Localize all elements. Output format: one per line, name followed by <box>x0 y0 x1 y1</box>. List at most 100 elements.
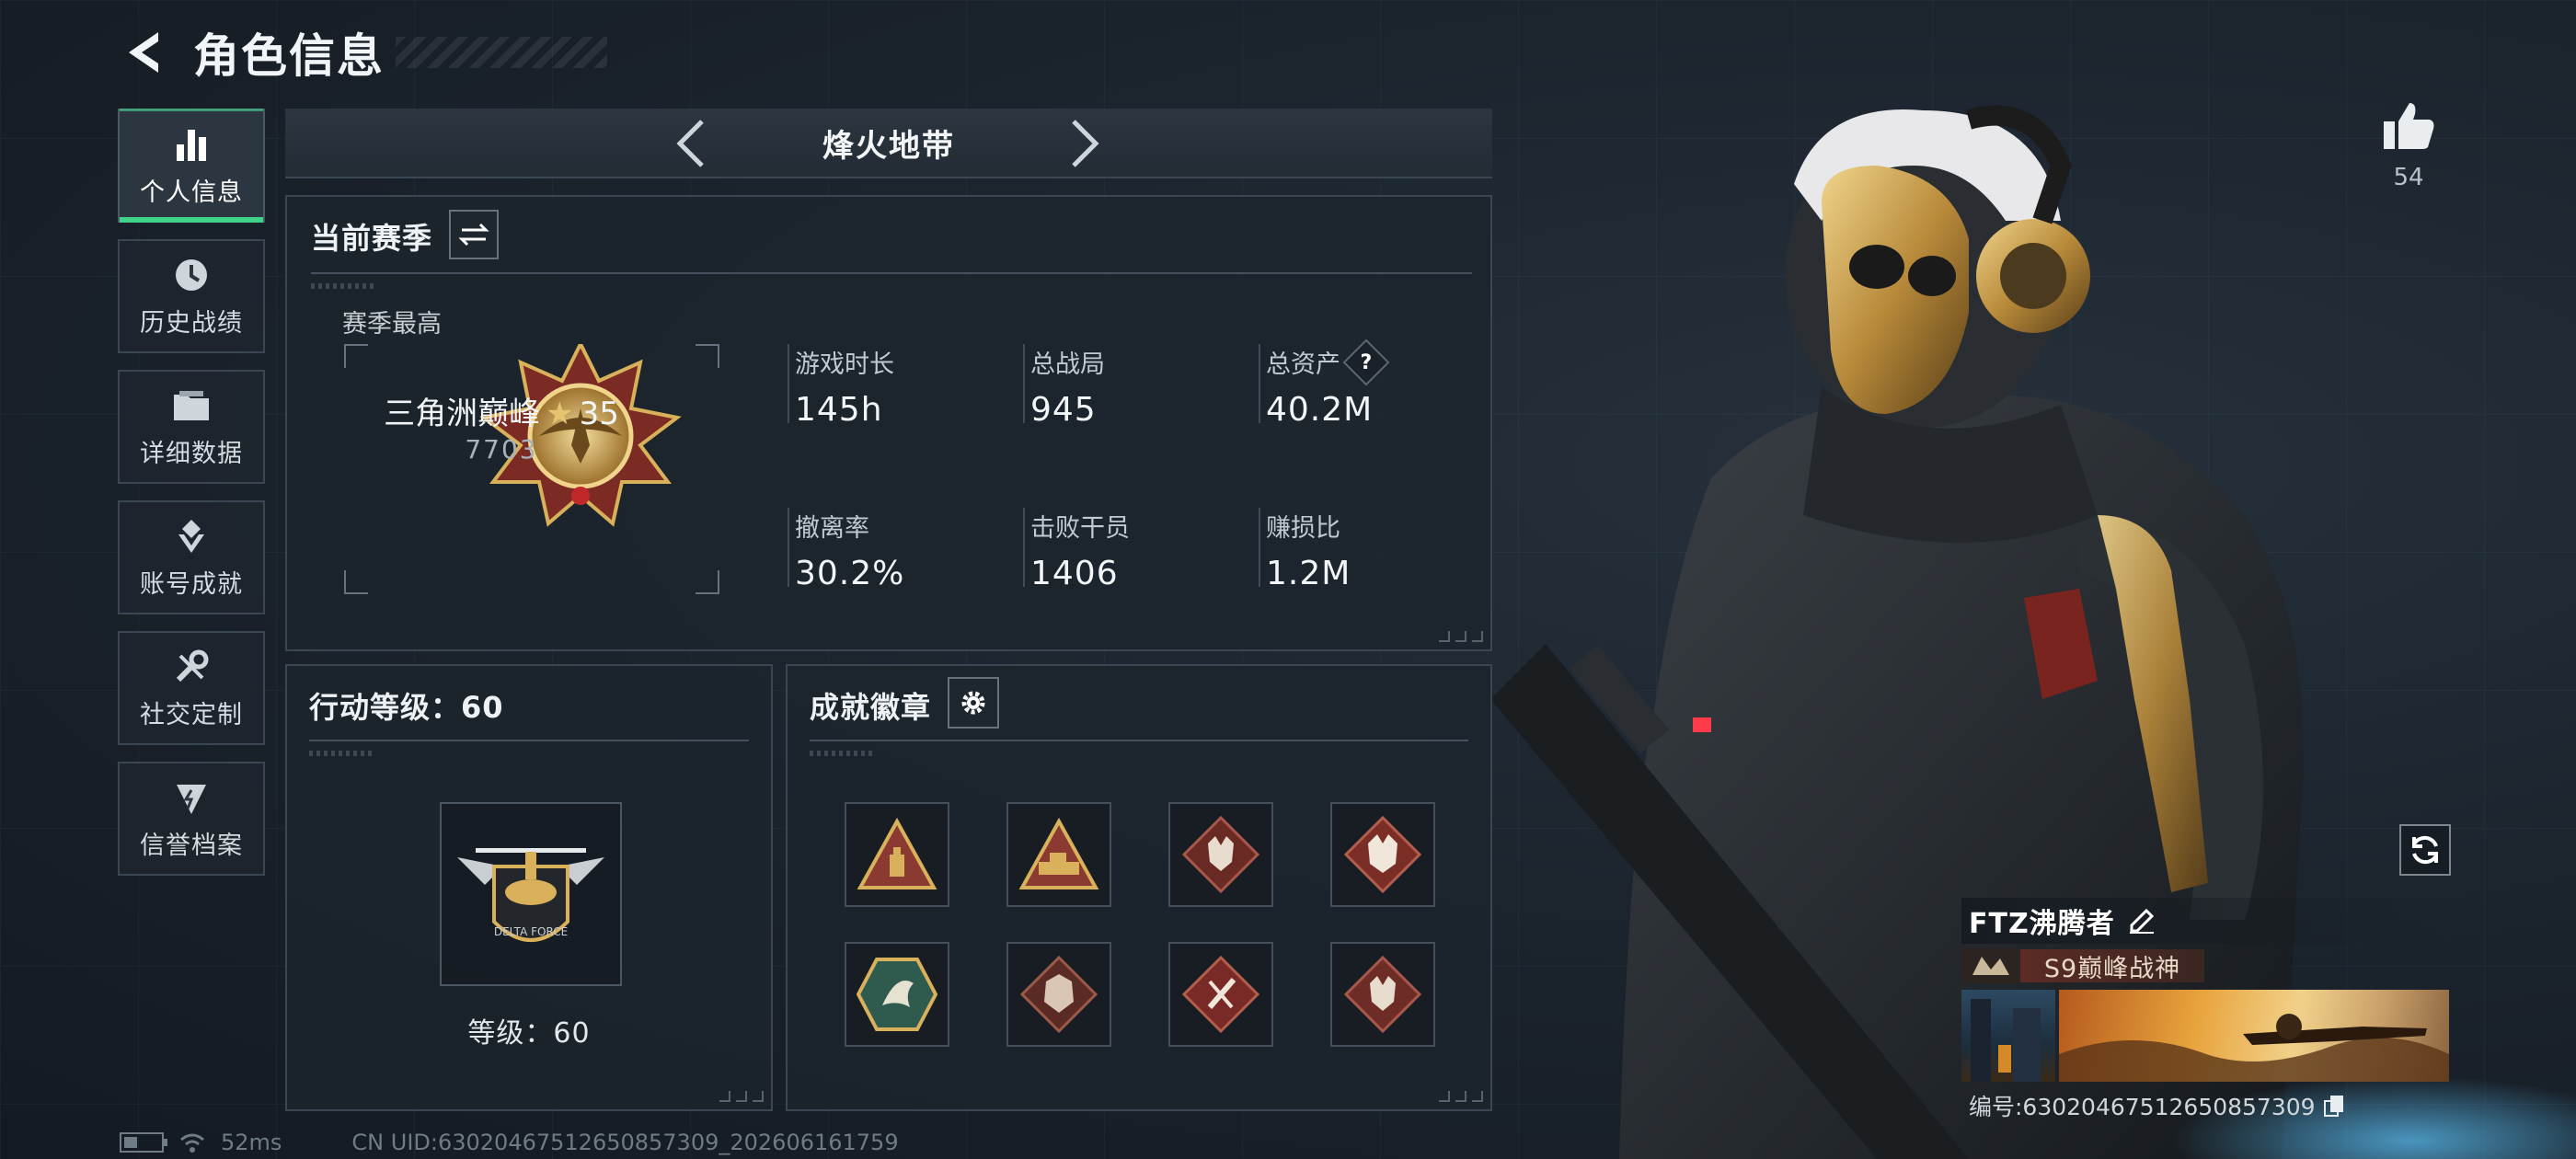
dragon-diamond-badge-icon[interactable] <box>1006 942 1111 1047</box>
dragon-hexagon-badge-icon[interactable] <box>845 942 949 1047</box>
like-count: 54 <box>2393 164 2424 191</box>
current-season-panel: 当前赛季 赛季最高 三角洲巅峰 ★ 35 7703 游戏时长 145h 总战局 94 <box>285 195 1492 651</box>
help-icon[interactable]: ? <box>1342 339 1390 385</box>
stat-play-time: 游戏时长 145h <box>788 344 894 429</box>
corner-decoration <box>1439 1091 1483 1102</box>
stat-value: 145h <box>795 391 883 429</box>
svg-text:DELTA FORCE: DELTA FORCE <box>494 925 568 938</box>
stat-value: 30.2% <box>795 555 905 592</box>
next-mode-button[interactable] <box>1058 116 1113 171</box>
mode-selector: 烽火地带 <box>285 109 1492 178</box>
title-emblem-icon <box>1961 948 2020 983</box>
swap-icon <box>458 223 489 247</box>
banner-image-city <box>1961 990 2055 1082</box>
action-level-title: 行动等级：60 <box>309 690 504 725</box>
achievement-badges-panel: 成就徽章 <box>786 664 1492 1111</box>
mode-title: 烽火地带 <box>822 127 955 165</box>
stat-label: 撤离率 <box>795 514 869 543</box>
tick-decoration <box>309 751 374 756</box>
tick-decoration <box>810 751 874 756</box>
stat-value: 40.2M <box>1266 391 1374 429</box>
edit-name-icon[interactable] <box>2128 907 2156 935</box>
achievement-title: 成就徽章 <box>810 690 932 725</box>
vehicle-triangle-badge-icon[interactable] <box>1006 802 1111 907</box>
tick-decoration <box>311 283 375 289</box>
action-level-panel: 行动等级：60 DELTA FORCE 等级：60 <box>285 664 773 1111</box>
achievement-icon <box>171 516 212 557</box>
refresh-icon <box>2412 835 2438 865</box>
page-header: 角色信息 <box>120 20 607 85</box>
stat-label: 击败干员 <box>1030 514 1130 543</box>
helicopter-emblem-icon: DELTA FORCE <box>457 848 604 942</box>
switch-season-button[interactable] <box>449 210 499 259</box>
section-divider <box>309 740 749 741</box>
stat-label: 总资产 <box>1266 350 1340 379</box>
rank-name: 三角洲巅峰 <box>384 396 541 432</box>
sidebar-item-credit-profile[interactable]: 信誉档案 <box>118 762 265 876</box>
banner-image-battle <box>2059 990 2449 1082</box>
player-name: FTZ沸腾者 <box>1969 908 2115 940</box>
rank-name-row: 三角洲巅峰 ★ 35 <box>287 388 716 433</box>
player-title-badge: S9巅峰战神 <box>2020 949 2204 983</box>
sidebar-item-social-custom[interactable]: 社交定制 <box>118 631 265 745</box>
page-title: 角色信息 <box>193 29 385 83</box>
copy-icon[interactable] <box>2323 1094 2345 1118</box>
title-decoration <box>396 37 607 68</box>
level-label: 等级：60 <box>467 1017 591 1050</box>
refresh-appearance-button[interactable] <box>2399 824 2451 876</box>
level-emblem[interactable]: DELTA FORCE <box>440 802 622 986</box>
stat-extraction-rate: 撤离率 30.2% <box>788 508 905 592</box>
wolf-diamond-badge-icon[interactable] <box>1168 802 1273 907</box>
sidebar-item-label: 历史战绩 <box>140 308 243 338</box>
rank-score: 7703 <box>465 434 538 465</box>
stat-total-assets: 总资产 ? 40.2M <box>1259 339 1390 429</box>
rank-stars: 35 <box>579 396 619 432</box>
triangle-badge-icon[interactable] <box>845 802 949 907</box>
stat-value: 945 <box>1030 391 1097 429</box>
sidebar-item-label: 社交定制 <box>140 700 243 729</box>
blade-diamond-badge-icon[interactable] <box>1168 942 1273 1047</box>
sidebar-item-label: 详细数据 <box>140 439 243 468</box>
back-arrow-icon[interactable] <box>120 27 166 78</box>
season-best-label: 赛季最高 <box>342 310 442 339</box>
thumbs-up-icon <box>2384 103 2434 149</box>
wolf-diamond-badge-icon[interactable] <box>1330 802 1435 907</box>
sidebar-item-personal-info[interactable]: 个人信息 <box>118 109 265 223</box>
stat-label: 总战局 <box>1030 350 1105 379</box>
badge-settings-button[interactable] <box>948 677 999 729</box>
player-id: 编号:6302046751265085730​9 <box>1969 1094 2316 1120</box>
stat-value: 1.2M <box>1266 555 1351 592</box>
sidebar-item-label: 个人信息 <box>140 178 243 207</box>
sidebar-item-history[interactable]: 历史战绩 <box>118 239 265 353</box>
sidebar-item-achievements[interactable]: 账号成就 <box>118 500 265 614</box>
stat-profit-loss-ratio: 赚损比 1.2M <box>1259 508 1351 592</box>
wolf-diamond-badge-icon[interactable] <box>1330 942 1435 1047</box>
credit-shield-icon <box>171 777 212 818</box>
gear-icon <box>961 691 985 715</box>
sidebar-item-label: 账号成就 <box>140 569 243 599</box>
star-icon: ★ <box>546 396 574 432</box>
sidebar-item-label: 信誉档案 <box>140 831 243 860</box>
player-card: FTZ沸腾者 S9巅峰战神 编号:6302046751265085730​9 <box>1961 898 2449 1122</box>
history-clock-icon <box>171 255 212 295</box>
season-title: 当前赛季 <box>311 221 433 256</box>
stat-value: 1406 <box>1030 555 1119 592</box>
previous-mode-button[interactable] <box>662 116 718 171</box>
sidebar-item-detailed-data[interactable]: 详细数据 <box>118 370 265 484</box>
player-banner[interactable] <box>1961 990 2449 1082</box>
corner-decoration <box>1439 631 1483 642</box>
wrench-icon <box>171 647 212 687</box>
stat-label: 游戏时长 <box>795 350 894 379</box>
ping-value: 52ms <box>221 1130 282 1155</box>
uid-text: CN UID:6302046751265085730​9_20260616175… <box>351 1130 899 1155</box>
like-block[interactable]: 54 <box>2379 101 2438 191</box>
section-divider <box>810 740 1468 741</box>
bar-chart-icon <box>171 124 212 165</box>
stat-total-matches: 总战局 945 <box>1023 344 1105 429</box>
battery-icon <box>120 1132 167 1153</box>
status-footer: 52ms CN UID:6302046751265085730​9_202606… <box>120 1130 899 1155</box>
section-divider <box>311 272 1472 274</box>
wifi-icon <box>180 1133 204 1153</box>
folder-icon <box>171 385 212 426</box>
sidebar: 个人信息 历史战绩 详细数据 账号成就 社交定制 信誉档案 <box>118 109 265 892</box>
